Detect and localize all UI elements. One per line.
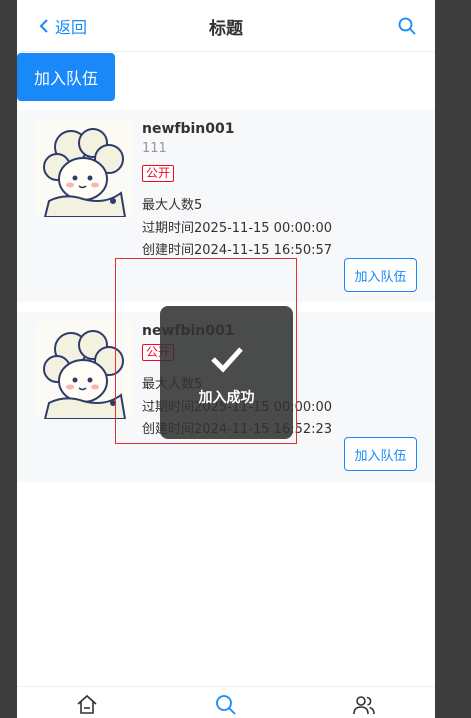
team-avatar — [35, 119, 133, 217]
page-title: 标题 — [209, 19, 243, 39]
toast-message: 加入成功 — [198, 390, 255, 406]
status-tag: 公开 — [142, 165, 175, 182]
sheep-avatar-icon — [35, 321, 133, 419]
sheep-avatar-icon — [35, 119, 133, 217]
users-icon[interactable] — [352, 693, 376, 717]
team-name: newfbin001 — [142, 121, 235, 137]
tab-bar — [17, 686, 435, 718]
home-icon[interactable] — [75, 693, 99, 717]
expire-time: 过期时间2025-11-15 00:00:00 — [142, 221, 333, 236]
team-card: newfbin001 111 公开 最大人数5 过期时间2025-11-15 0… — [17, 110, 435, 302]
team-avatar — [35, 321, 133, 419]
max-members: 最大人数5 — [142, 198, 203, 213]
card-join-button[interactable]: 加入队伍 — [344, 258, 417, 292]
team-description: 111 — [142, 141, 167, 156]
search-icon[interactable] — [397, 16, 417, 36]
checkmark-icon — [211, 347, 243, 373]
search-icon[interactable] — [214, 693, 238, 717]
success-toast: 加入成功 — [160, 306, 293, 439]
create-time: 创建时间2024-11-15 16:50:57 — [142, 243, 333, 258]
card-join-button[interactable]: 加入队伍 — [344, 437, 417, 471]
nav-bar: 返回 标题 — [17, 0, 435, 52]
join-team-button[interactable]: 加入队伍 — [17, 53, 115, 101]
